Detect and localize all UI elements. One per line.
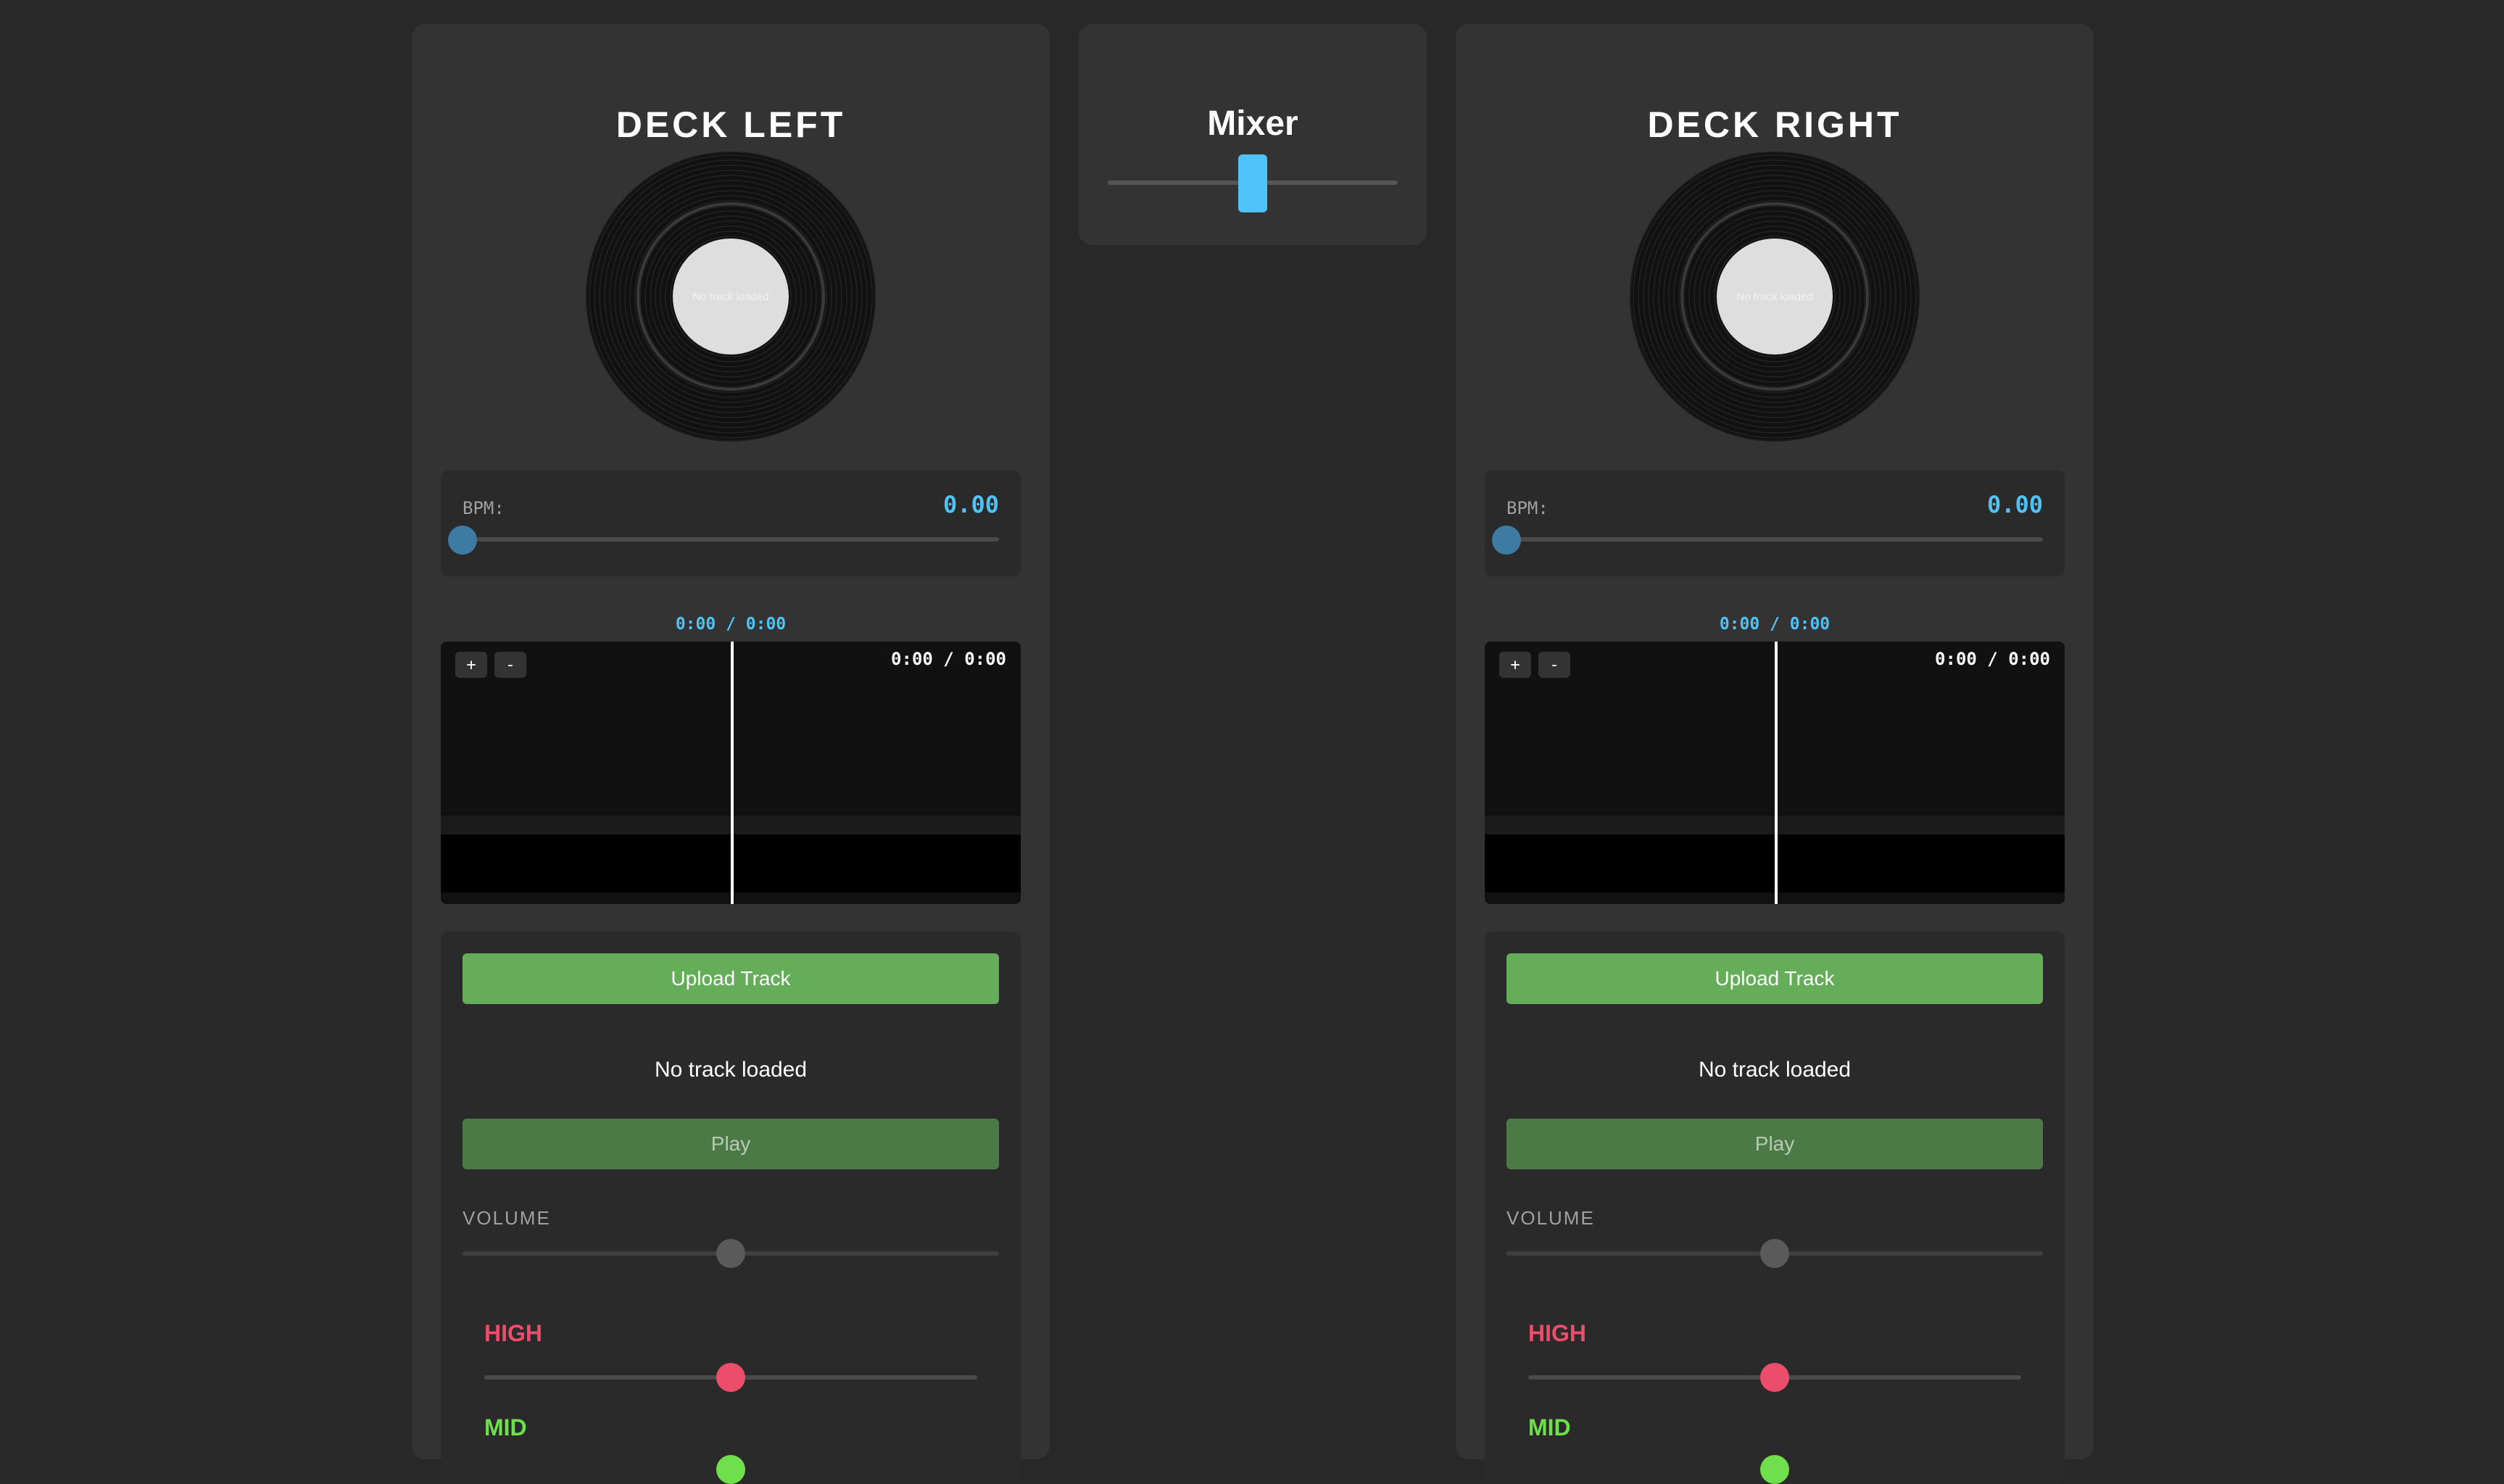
bpm-slider-track[interactable] [463,537,999,542]
time-readout: 0:00 / 0:00 [675,615,787,634]
volume-label: VOLUME [463,1207,551,1229]
waveform-time: 0:00 / 0:00 [891,649,1006,669]
deck-controls: Upload Track No track loaded Play VOLUME… [1485,932,2065,1484]
playhead-marker [1775,642,1778,904]
track-status: No track loaded [1698,1058,1852,1082]
bpm-value: 0.00 [1986,491,2043,518]
eq-high-slider-thumb[interactable] [716,1363,745,1392]
eq-mid-label: MID [1528,1414,1571,1441]
upload-track-button[interactable]: Upload Track [1506,953,2043,1004]
zoom-out-button[interactable]: - [1538,652,1570,678]
waveform-display[interactable]: + - 0:00 / 0:00 [1485,642,2065,904]
deck-left-panel: DECK LEFT No track loaded BPM: 0.00 0:00… [412,24,1050,1484]
bpm-slider-thumb[interactable] [1492,526,1521,555]
mixer-panel: Mixer [1079,24,1427,245]
bpm-control: BPM: 0.00 [441,471,1021,576]
deck-title: DECK RIGHT [1647,104,1902,145]
bpm-slider-thumb[interactable] [448,526,477,555]
deck-controls: Upload Track No track loaded Play VOLUME… [441,932,1021,1484]
eq-mid-label: MID [484,1414,527,1441]
play-button[interactable]: Play [1506,1119,2043,1169]
time-readout: 0:00 / 0:00 [1719,615,1831,634]
volume-label: VOLUME [1506,1207,1595,1229]
playhead-marker [731,642,734,904]
bpm-label: BPM: [463,498,505,518]
eq-mid-slider-thumb[interactable] [1760,1455,1789,1484]
crossfader-thumb[interactable] [1238,154,1267,212]
upload-track-button[interactable]: Upload Track [463,953,999,1004]
vinyl-record[interactable]: No track loaded [587,153,874,440]
vinyl-record[interactable]: No track loaded [1631,153,1918,440]
zoom-in-button[interactable]: + [1499,652,1531,678]
volume-slider-thumb[interactable] [716,1239,745,1268]
track-status: No track loaded [654,1058,808,1082]
bpm-slider-track[interactable] [1506,537,2043,542]
waveform-display[interactable]: + - 0:00 / 0:00 [441,642,1021,904]
eq-mid-slider-thumb[interactable] [716,1455,745,1484]
bpm-label: BPM: [1506,498,1549,518]
deck-right-panel: DECK RIGHT No track loaded BPM: 0.00 0:0… [1456,24,2094,1484]
zoom-out-button[interactable]: - [494,652,526,678]
bpm-control: BPM: 0.00 [1485,471,2065,576]
zoom-in-button[interactable]: + [455,652,487,678]
bpm-value: 0.00 [942,491,999,518]
vinyl-label: No track loaded [673,239,789,355]
waveform-time: 0:00 / 0:00 [1935,649,2050,669]
vinyl-label: No track loaded [1717,239,1833,355]
play-button[interactable]: Play [463,1119,999,1169]
eq-high-label: HIGH [484,1320,542,1346]
eq-high-slider-thumb[interactable] [1760,1363,1789,1392]
volume-slider-thumb[interactable] [1760,1239,1789,1268]
eq-high-label: HIGH [1528,1320,1586,1346]
mixer-title: Mixer [1207,104,1298,143]
deck-title: DECK LEFT [615,104,846,145]
